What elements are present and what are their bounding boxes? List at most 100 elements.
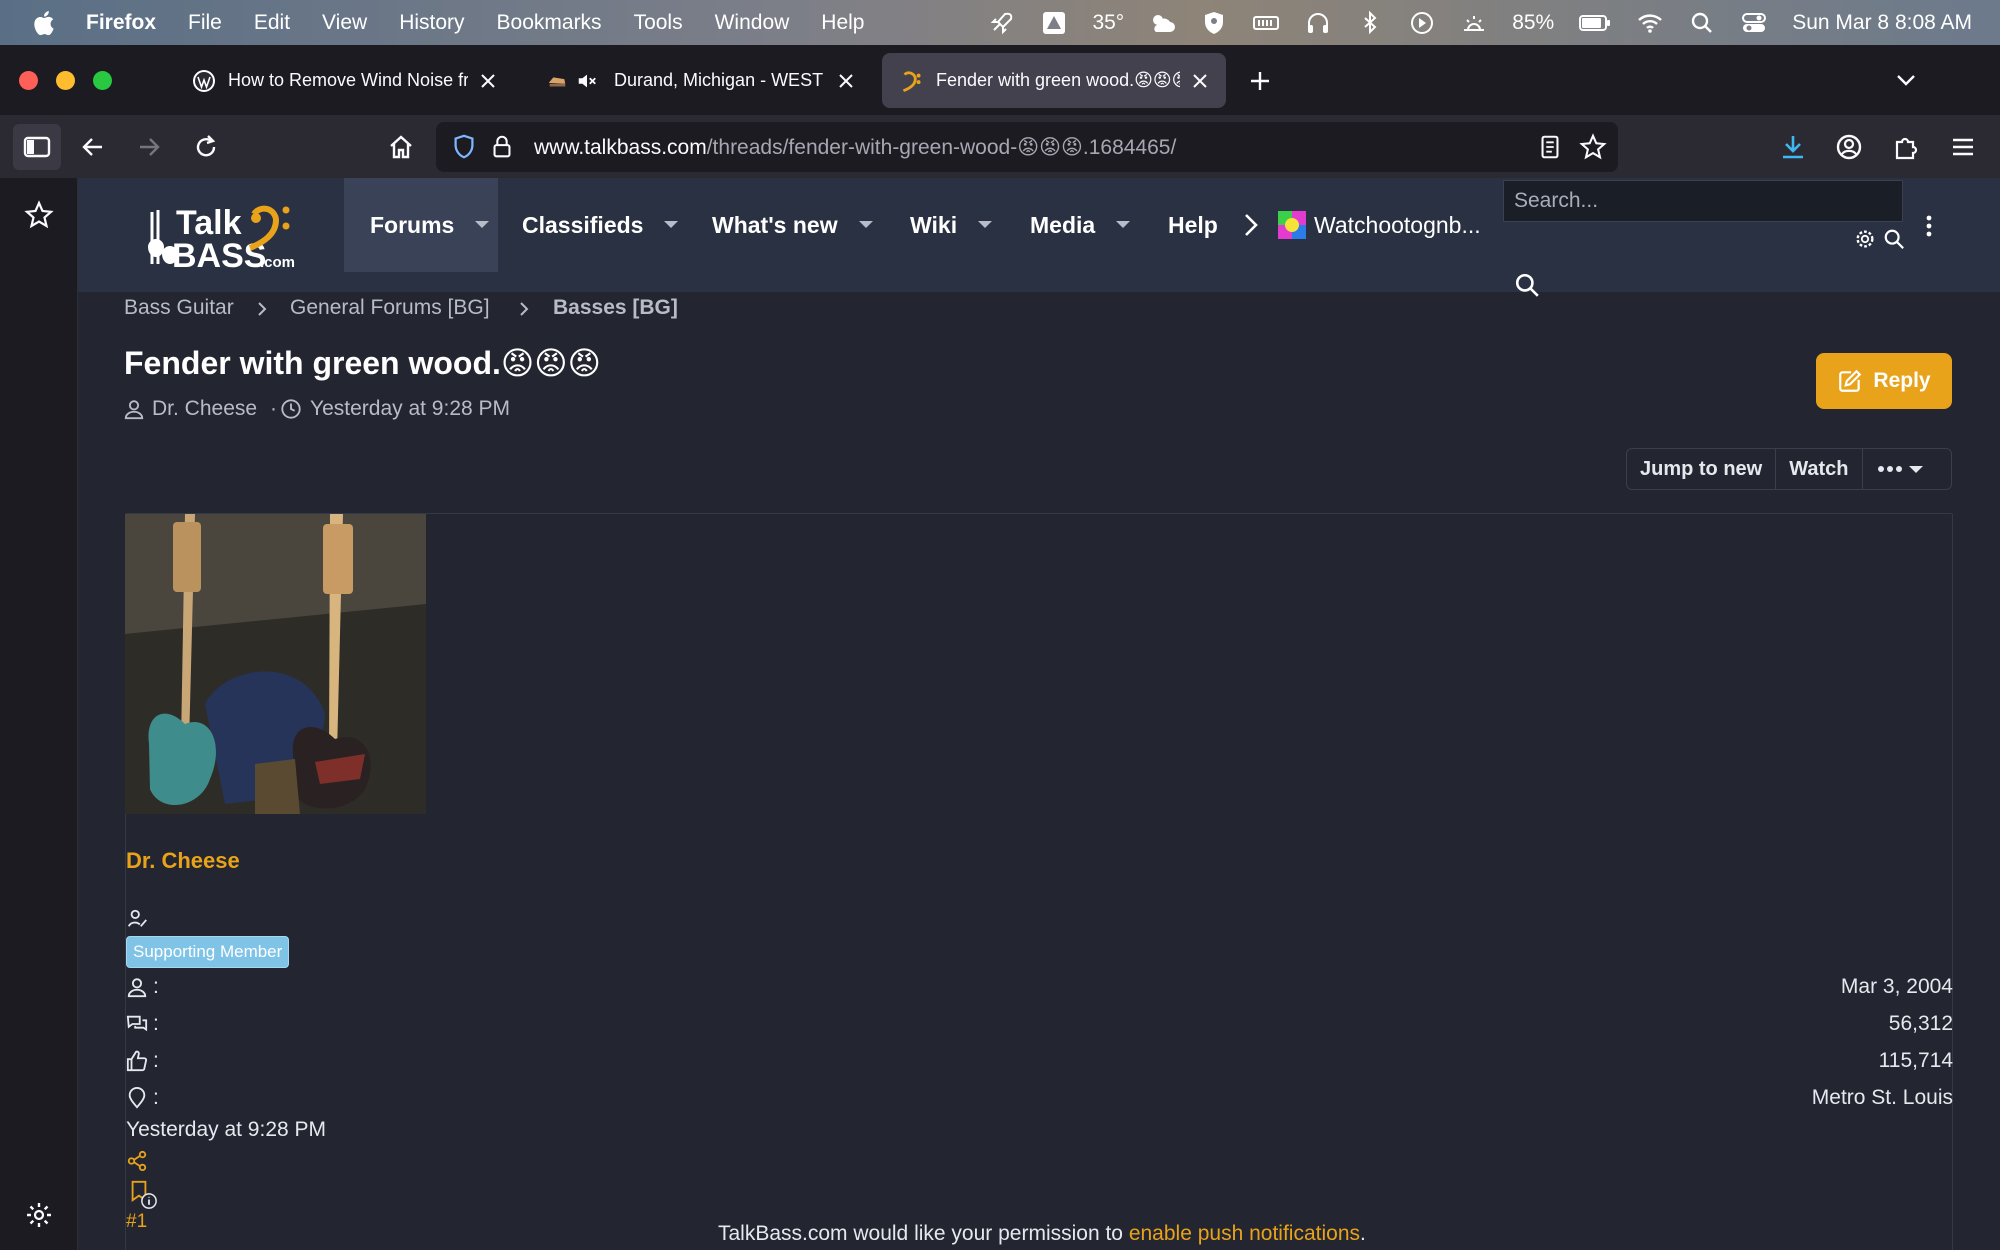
account-icon[interactable]: [1834, 132, 1864, 162]
nav-user-account[interactable]: Watchootognb...: [1278, 178, 1481, 272]
breadcrumb-general-forums[interactable]: General Forums [BG]: [290, 296, 490, 320]
share-icon[interactable]: [126, 1150, 148, 1172]
stat-colon: :: [153, 1012, 159, 1035]
shield-icon[interactable]: [1200, 10, 1228, 36]
menu-view[interactable]: View: [322, 11, 367, 35]
apple-icon[interactable]: [30, 9, 56, 37]
nav-help-label: Help: [1168, 211, 1218, 238]
rocket-icon[interactable]: [988, 10, 1016, 36]
nav-classifieds[interactable]: Classifieds: [522, 178, 679, 272]
address-bar[interactable]: www.talkbass.com/threads/fender-with-gre…: [436, 122, 1618, 172]
display-brightness-icon[interactable]: [1460, 10, 1488, 36]
back-icon[interactable]: [78, 132, 108, 162]
site-header: Talk BASS .com Forums Classifieds What's…: [78, 178, 2000, 297]
zoom-window-button[interactable]: [93, 71, 112, 90]
breadcrumb-basses[interactable]: Basses [BG]: [553, 296, 678, 320]
nav-whats-new-label: What's new: [712, 211, 838, 238]
battery-icon[interactable]: [1578, 10, 1612, 36]
caret-down-icon[interactable]: [663, 220, 679, 230]
nav-media[interactable]: Media: [1030, 178, 1131, 272]
reload-icon[interactable]: [191, 132, 221, 162]
enable-push-notifications-link[interactable]: enable push notifications: [1129, 1222, 1360, 1245]
caret-down-icon[interactable]: [858, 220, 874, 230]
control-center-icon[interactable]: [1740, 10, 1768, 36]
bluetooth-icon[interactable]: [1356, 10, 1384, 36]
battery-percentage[interactable]: 85%: [1512, 11, 1554, 35]
list-all-tabs-icon[interactable]: [1894, 68, 1918, 92]
spotlight-search-icon[interactable]: [1688, 10, 1716, 36]
caret-down-icon[interactable]: [977, 220, 993, 230]
watch-button[interactable]: Watch: [1776, 449, 1863, 489]
forward-icon[interactable]: [134, 132, 164, 162]
home-icon[interactable]: [386, 132, 416, 162]
nav-wiki-label: Wiki: [910, 211, 958, 238]
app-menu-icon[interactable]: [1948, 132, 1978, 162]
svg-text:BASS: BASS: [172, 237, 266, 275]
menu-window[interactable]: Window: [715, 11, 790, 35]
tab-durand-michigan[interactable]: Durand, Michigan - WEST: [530, 53, 872, 108]
lock-icon[interactable]: [488, 133, 516, 161]
minimize-window-button[interactable]: [56, 71, 75, 90]
url-text[interactable]: www.talkbass.com/threads/fender-with-gre…: [534, 135, 1176, 160]
new-tab-icon[interactable]: [1248, 69, 1272, 93]
thread-title: Fender with green wood.😡😡😡: [124, 345, 601, 381]
menu-tools[interactable]: Tools: [634, 11, 683, 35]
nav-forums[interactable]: Forums: [344, 178, 498, 272]
reply-button[interactable]: Reply: [1816, 353, 1952, 409]
weather-temperature[interactable]: 35°: [1092, 11, 1124, 35]
nav-whats-new[interactable]: What's new: [712, 178, 874, 272]
tab-wind-noise[interactable]: How to Remove Wind Noise from: [176, 53, 514, 108]
more-vertical-icon[interactable]: [1924, 214, 1934, 238]
memory-icon[interactable]: [1252, 10, 1280, 36]
thread-author[interactable]: Dr. Cheese: [152, 397, 257, 421]
jump-to-new-button[interactable]: Jump to new: [1627, 449, 1777, 489]
close-window-button[interactable]: [19, 71, 38, 90]
wifi-icon[interactable]: [1636, 10, 1664, 36]
nav-help[interactable]: Help: [1168, 178, 1218, 272]
muted-speaker-icon[interactable]: [576, 70, 598, 92]
web-page: Talk BASS .com Forums Classifieds What's…: [78, 178, 2000, 1250]
close-tab-icon[interactable]: [1188, 69, 1212, 93]
drive-icon[interactable]: [1040, 10, 1068, 36]
caret-down-icon[interactable]: [474, 220, 490, 230]
talkbass-logo[interactable]: Talk BASS .com: [144, 192, 314, 282]
tab-fender-green-wood[interactable]: Fender with green wood.😡😡😡: [882, 53, 1226, 108]
caret-down-icon[interactable]: [1115, 220, 1131, 230]
clock-icon: [281, 399, 301, 419]
menu-edit[interactable]: Edit: [254, 11, 290, 35]
more-options-button[interactable]: [1863, 449, 1937, 489]
menu-history[interactable]: History: [399, 11, 464, 35]
breadcrumb-bass-guitar[interactable]: Bass Guitar: [124, 296, 234, 320]
close-tab-icon[interactable]: [834, 69, 858, 93]
nav-scroll-right-icon[interactable]: [1241, 213, 1261, 237]
nav-wiki[interactable]: Wiki: [910, 178, 993, 272]
poster-avatar-image[interactable]: [125, 514, 426, 814]
extensions-icon[interactable]: [1891, 132, 1921, 162]
search-icon[interactable]: [1883, 228, 1905, 250]
bookmarks-star-icon[interactable]: [24, 200, 54, 230]
post-date[interactable]: Yesterday at 9:28 PM: [126, 1118, 326, 1142]
play-circle-icon[interactable]: [1408, 10, 1436, 36]
poster-name[interactable]: Dr. Cheese: [126, 848, 240, 874]
supporting-member-badge[interactable]: Supporting Member: [126, 936, 290, 968]
search-settings-gear-icon[interactable]: [1854, 228, 1876, 250]
close-tab-icon[interactable]: [476, 69, 500, 93]
reader-view-icon[interactable]: [1536, 133, 1564, 161]
downloads-icon[interactable]: [1778, 132, 1808, 162]
post-number[interactable]: #1: [126, 1211, 147, 1233]
settings-gear-icon[interactable]: [24, 1200, 54, 1230]
info-icon[interactable]: [140, 1192, 158, 1210]
thread-date[interactable]: Yesterday at 9:28 PM: [310, 397, 510, 421]
search-submit-icon[interactable]: [1514, 272, 1540, 298]
tab-title: How to Remove Wind Noise from: [228, 70, 468, 90]
tracking-protection-shield-icon[interactable]: [450, 133, 478, 161]
search-input[interactable]: [1503, 180, 1903, 222]
menu-app-name[interactable]: Firefox: [86, 11, 156, 35]
headphones-icon[interactable]: [1304, 10, 1332, 36]
clock[interactable]: Sun Mar 8 8:08 AM: [1792, 11, 1972, 35]
nav-forums-label: Forums: [370, 211, 455, 238]
menu-help[interactable]: Help: [821, 11, 864, 35]
bookmark-star-icon[interactable]: [1579, 133, 1607, 161]
menu-bookmarks[interactable]: Bookmarks: [497, 11, 602, 35]
menu-file[interactable]: File: [188, 11, 222, 35]
